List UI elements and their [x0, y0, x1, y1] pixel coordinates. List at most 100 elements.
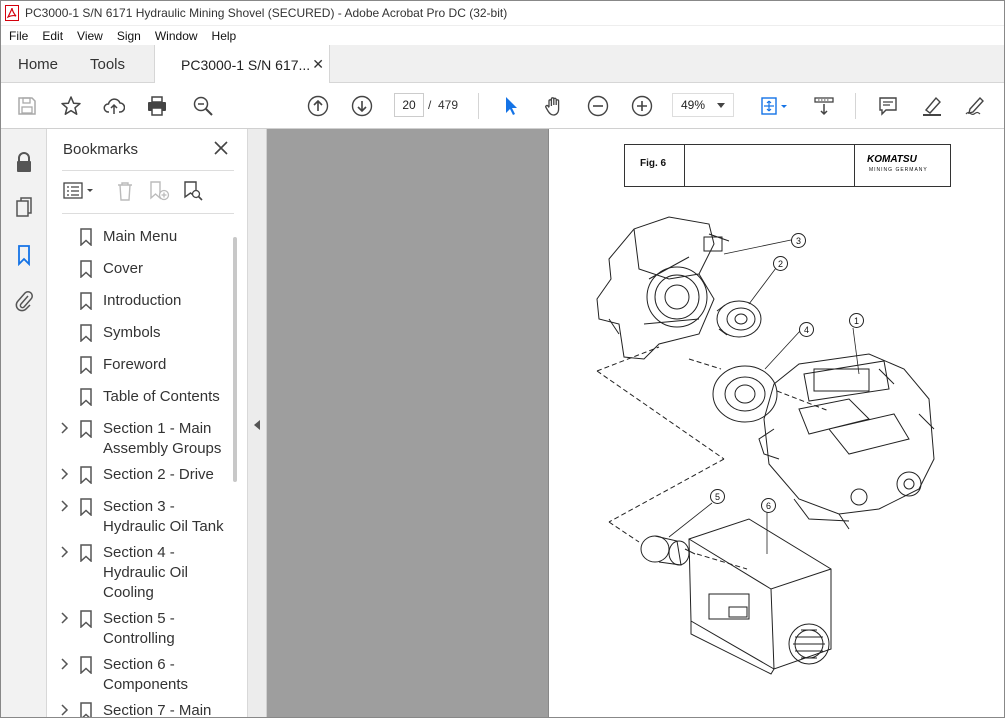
bookmark-label: Section 5 - Controlling: [103, 610, 175, 647]
bookmark-label: Main Menu: [103, 228, 178, 245]
window-title: PC3000-1 S/N 6171 Hydraulic Mining Shove…: [25, 5, 508, 20]
title-bar: PC3000-1 S/N 6171 Hydraulic Mining Shove…: [0, 0, 1005, 26]
callout-4: 4: [799, 322, 814, 337]
zoom-level-value: 49%: [681, 98, 706, 112]
highlight-pen-icon[interactable]: [919, 93, 945, 119]
left-navigation-rail: [0, 129, 47, 718]
attachment-paperclip-icon[interactable]: [12, 289, 36, 313]
zoom-level-select[interactable]: 49%: [672, 93, 734, 117]
bookmark-label: Foreword: [103, 356, 167, 373]
bookmark-label: Section 4 - Hydraulic Oil Cooling: [103, 544, 189, 601]
page-total: 479: [438, 98, 459, 112]
close-tab-icon[interactable]: ✕: [312, 56, 324, 73]
bookmark-label: Introduction: [103, 292, 182, 309]
menu-view[interactable]: View: [70, 29, 110, 43]
panel-divider: [62, 170, 234, 171]
bookmark-icon: [80, 388, 92, 406]
bookmark-label: Section 7 - Main: [103, 702, 212, 718]
bookmarks-scrollbar[interactable]: [233, 237, 237, 482]
bookmark-icon: [80, 420, 92, 438]
callout-3: 3: [791, 233, 806, 248]
toolbar-divider: [478, 93, 479, 119]
chevron-right-icon[interactable]: [59, 545, 71, 559]
bookmark-icon: [80, 656, 92, 674]
find-bookmark-icon[interactable]: [181, 179, 205, 203]
bookmark-icon: [80, 610, 92, 628]
bookmark-icon: [80, 498, 92, 516]
bookmark-label: Section 6 - Components: [103, 656, 189, 693]
fit-page-icon[interactable]: [756, 93, 792, 119]
menu-file[interactable]: File: [2, 29, 35, 43]
callout-6: 6: [761, 498, 776, 513]
menu-help[interactable]: Help: [205, 29, 244, 43]
bookmark-icon: [80, 292, 92, 310]
print-icon[interactable]: [144, 93, 170, 119]
bookmark-icon: [80, 324, 92, 342]
callout-1: 1: [849, 313, 864, 328]
document-viewer[interactable]: Fig. 6 KOMATSU MINING GERMANY 3 2 4 1 5 …: [267, 129, 1005, 718]
tab-home[interactable]: Home: [18, 45, 58, 83]
tab-document-label: PC3000-1 S/N 617...: [181, 56, 311, 73]
upload-cloud-icon[interactable]: [101, 93, 127, 119]
previous-page-icon[interactable]: [305, 93, 331, 119]
zoom-out-icon[interactable]: [585, 93, 611, 119]
chevron-right-icon[interactable]: [59, 703, 71, 717]
callout-2: 2: [773, 256, 788, 271]
tab-bar: Home Tools PC3000-1 S/N 617... ✕: [0, 45, 1005, 84]
menu-edit[interactable]: Edit: [35, 29, 70, 43]
page-thumbnails-icon[interactable]: [12, 195, 36, 219]
bookmark-icon: [80, 356, 92, 374]
menu-bar: File Edit View Sign Window Help: [0, 26, 1005, 45]
sign-pen-icon[interactable]: [962, 93, 988, 119]
close-panel-icon[interactable]: [211, 138, 231, 158]
lock-icon[interactable]: [12, 151, 36, 175]
hand-tool-icon[interactable]: [541, 93, 567, 119]
scroll-mode-icon[interactable]: [811, 93, 837, 119]
panel-collapse-handle[interactable]: [248, 129, 267, 718]
toolbar-divider: [855, 93, 856, 119]
new-bookmark-icon[interactable]: [147, 179, 171, 203]
chevron-down-icon: [717, 103, 725, 108]
bookmark-icon: [80, 466, 92, 484]
bookmark-label: Section 3 - Hydraulic Oil Tank: [103, 498, 224, 535]
bookmark-icon[interactable]: [12, 243, 36, 267]
zoom-search-icon[interactable]: [190, 93, 216, 119]
tab-document[interactable]: PC3000-1 S/N 617... ✕: [154, 45, 330, 84]
star-icon[interactable]: [58, 93, 84, 119]
chevron-right-icon[interactable]: [59, 467, 71, 481]
save-icon[interactable]: [14, 93, 40, 119]
acrobat-app-icon: [5, 4, 19, 21]
chevron-right-icon[interactable]: [59, 499, 71, 513]
menu-window[interactable]: Window: [148, 29, 205, 43]
bookmark-options-icon[interactable]: [62, 179, 98, 203]
pdf-page: Fig. 6 KOMATSU MINING GERMANY 3 2 4 1 5 …: [548, 129, 1005, 718]
chevron-left-icon: [254, 420, 260, 430]
bookmark-icon: [80, 260, 92, 278]
exploded-drive-drawing: [596, 216, 935, 675]
bookmark-label: Section 1 - Main Assembly Groups: [103, 420, 222, 457]
bookmark-icon: [80, 544, 92, 562]
bookmark-label: Section 2 - Drive: [103, 466, 214, 483]
bookmark-label: Table of Contents: [103, 388, 220, 405]
chevron-right-icon[interactable]: [59, 657, 71, 671]
bookmarks-panel-title: Bookmarks: [63, 141, 139, 158]
panel-divider: [62, 213, 234, 214]
page-separator: /: [428, 98, 432, 112]
comment-icon[interactable]: [875, 93, 901, 119]
toolbar: 20 / 479 49%: [0, 83, 1005, 129]
bookmark-label: Symbols: [103, 324, 161, 341]
next-page-icon[interactable]: [349, 93, 375, 119]
bookmark-icon: [80, 702, 92, 718]
tab-tools[interactable]: Tools: [90, 45, 125, 83]
bookmark-label: Cover: [103, 260, 144, 277]
page-number-input[interactable]: 20: [394, 93, 424, 117]
menu-sign[interactable]: Sign: [110, 29, 148, 43]
bookmarks-panel: Bookmarks Main Menu Cover Introduction S…: [47, 129, 248, 718]
callout-5: 5: [710, 489, 725, 504]
select-cursor-icon[interactable]: [497, 93, 523, 119]
zoom-in-icon[interactable]: [629, 93, 655, 119]
delete-bookmark-icon[interactable]: [113, 179, 137, 203]
chevron-right-icon[interactable]: [59, 611, 71, 625]
bookmark-icon: [80, 228, 92, 246]
chevron-right-icon[interactable]: [59, 421, 71, 435]
